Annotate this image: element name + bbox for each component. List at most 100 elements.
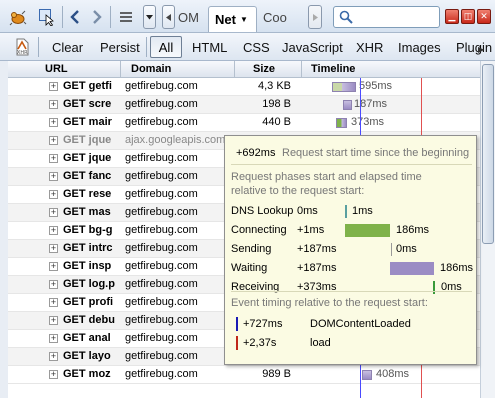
phases-title-line1: Request phases start and elapsed time (231, 171, 422, 183)
expand-icon[interactable]: + (49, 136, 58, 145)
chevron-left-icon (166, 13, 171, 21)
table-row[interactable]: + GET getfi getfirebug.com 4,3 KB 595ms (8, 78, 480, 96)
firebug-icon[interactable] (9, 8, 27, 26)
column-divider[interactable] (301, 61, 302, 78)
request-domain: getfirebug.com (125, 170, 198, 182)
request-domain: ajax.googleapis.com (125, 134, 226, 146)
tooltip-divider (231, 291, 472, 292)
tab-net-label: Net (215, 12, 236, 27)
persist-button[interactable]: Persist (100, 40, 140, 55)
table-row[interactable]: + GET mair getfirebug.com 440 B 373ms (8, 114, 480, 132)
tooltip-divider (231, 164, 472, 165)
expand-icon[interactable]: + (49, 226, 58, 235)
restore-button[interactable]: ◫ (461, 9, 475, 24)
filter-plugins-button[interactable]: Plugin (456, 40, 492, 55)
close-icon: ✕ (480, 11, 488, 21)
column-header-domain[interactable]: Domain (131, 63, 171, 75)
forward-icon[interactable] (88, 8, 106, 26)
request-domain: getfirebug.com (125, 152, 198, 164)
scroll-tabs-left-button[interactable] (162, 5, 175, 29)
inspect-icon[interactable] (38, 8, 56, 26)
expand-icon[interactable]: + (49, 334, 58, 343)
column-header-timeline[interactable]: Timeline (311, 63, 355, 75)
expand-icon[interactable]: + (49, 154, 58, 163)
column-header-size[interactable]: Size (253, 63, 275, 75)
timeline-bar[interactable] (362, 370, 372, 380)
expand-icon[interactable]: + (49, 298, 58, 307)
phase-name: Connecting (231, 224, 287, 236)
scrollbar-thumb[interactable] (482, 64, 494, 244)
request-domain: getfirebug.com (125, 368, 198, 380)
request-url: GET jque (63, 152, 112, 164)
expand-icon[interactable]: + (49, 208, 58, 217)
request-domain: getfirebug.com (125, 98, 198, 110)
request-size: 198 B (262, 98, 291, 110)
minimize-button[interactable]: ▁ (445, 9, 459, 24)
close-button[interactable]: ✕ (477, 9, 491, 24)
menu-button[interactable] (112, 6, 140, 28)
expand-icon[interactable]: + (49, 316, 58, 325)
tab-net[interactable]: Net ▼ (208, 6, 257, 32)
timeline-bar[interactable] (336, 118, 347, 128)
expand-icon[interactable]: + (49, 172, 58, 181)
request-timeline: 373ms (304, 114, 480, 132)
phase-elapsed: 0ms (396, 243, 417, 255)
event-marker (236, 317, 238, 331)
column-divider[interactable] (120, 61, 121, 78)
chevron-down-icon[interactable]: ▼ (240, 15, 248, 24)
request-size: 989 B (262, 368, 291, 380)
filter-html-button[interactable]: HTML (192, 40, 227, 55)
filter-xhr-button[interactable]: XHR (356, 40, 383, 55)
timeline-bar[interactable] (343, 100, 352, 110)
request-size: 440 B (262, 116, 291, 128)
expand-icon[interactable]: + (49, 244, 58, 253)
expand-icon[interactable]: + (49, 370, 58, 379)
filter-images-button[interactable]: Images (398, 40, 441, 55)
request-url: GET intrc (63, 242, 113, 254)
request-size: 4,3 KB (257, 80, 291, 92)
menu-icon (120, 12, 132, 22)
expand-icon[interactable]: + (49, 118, 58, 127)
expand-icon[interactable]: + (49, 190, 58, 199)
request-domain: getfirebug.com (125, 278, 198, 290)
overflow-chevron-icon[interactable]: ▶ (478, 45, 484, 54)
clear-button[interactable]: Clear (52, 40, 83, 55)
phase-name: Waiting (231, 262, 268, 274)
column-divider[interactable] (234, 61, 235, 78)
tab-cookies[interactable]: Coo (263, 10, 287, 25)
filter-javascript-button[interactable]: JavaScript (282, 40, 343, 55)
timeline-bar[interactable] (332, 82, 356, 92)
expand-icon[interactable]: + (49, 82, 58, 91)
chevron-right-icon (312, 13, 318, 21)
toolbar-separator (146, 37, 147, 57)
menu-dropdown-button[interactable] (143, 5, 156, 29)
request-timeline: 595ms (304, 78, 480, 96)
net-filter-toolbar: XHR Clear Persist All HTML CSS JavaScrip… (0, 33, 495, 61)
restore-icon: ◫ (463, 11, 473, 21)
phase-elapsed: 186ms (440, 262, 474, 274)
timeline-duration: 187ms (354, 98, 388, 110)
phase-name: DNS Lookup (231, 205, 294, 217)
expand-icon[interactable]: + (49, 262, 58, 271)
request-url: GET mas (63, 206, 111, 218)
filter-css-button[interactable]: CSS (243, 40, 270, 55)
request-url: GET anal (63, 332, 111, 344)
column-header-url[interactable]: URL (45, 63, 68, 75)
timeline-duration: 408ms (376, 368, 410, 380)
scroll-tabs-right-button[interactable] (308, 5, 322, 29)
timing-info-tooltip: +692ms Request start time since the begi… (224, 135, 477, 365)
expand-icon[interactable]: + (49, 280, 58, 289)
request-domain: getfirebug.com (125, 188, 198, 200)
table-row[interactable]: + GET moz getfirebug.com 989 B 408ms (8, 366, 480, 384)
request-timeline: 187ms (304, 96, 480, 114)
vertical-scrollbar[interactable] (480, 61, 495, 398)
search-input[interactable] (333, 6, 440, 28)
filter-all-button[interactable]: All (150, 36, 182, 58)
back-icon[interactable] (66, 8, 84, 26)
expand-icon[interactable]: + (49, 100, 58, 109)
expand-icon[interactable]: + (49, 352, 58, 361)
table-row[interactable]: + GET scre getfirebug.com 198 B 187ms (8, 96, 480, 114)
phase-bar (390, 262, 434, 275)
phase-start: +187ms (297, 262, 337, 274)
tab-dom[interactable]: OM (178, 10, 199, 25)
